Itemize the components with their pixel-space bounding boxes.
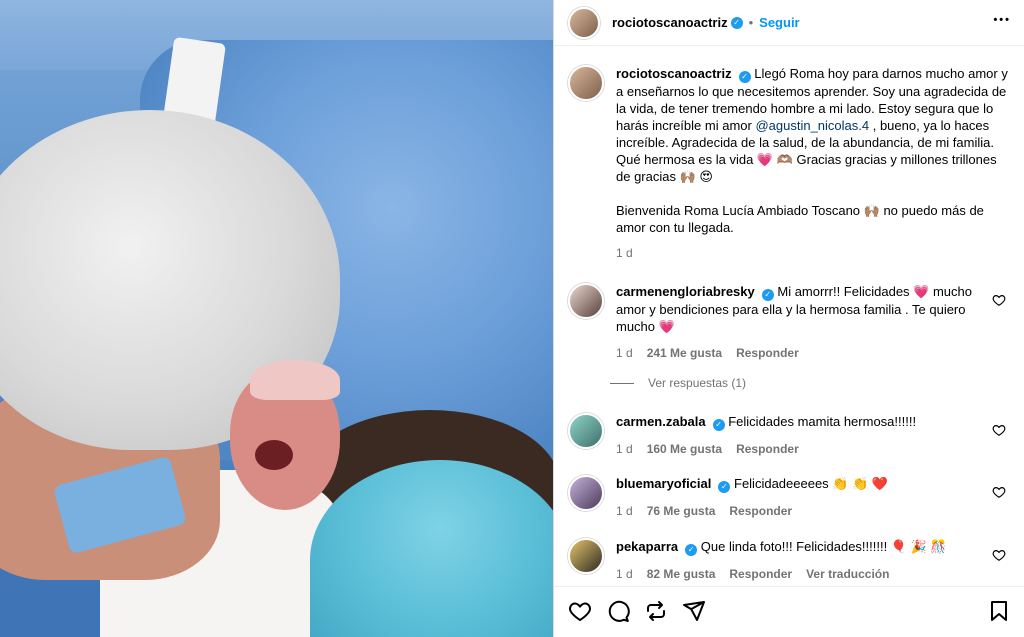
avatar[interactable] xyxy=(568,65,604,101)
repost-icon[interactable] xyxy=(644,599,668,623)
comment-likes[interactable]: 76 Me gusta xyxy=(647,503,716,520)
comment-text: Felicidadeeeees 👏 👏 ❤️ xyxy=(734,476,889,491)
post-header: rociotoscanoactriz ✓ • Seguir ••• xyxy=(554,0,1024,46)
comment-item: pekaparra ✓ Que linda foto!!! Felicidades… xyxy=(568,538,1008,582)
comment-body: bluemaryoficial ✓ Felicidadeeeees 👏 👏 ❤️ … xyxy=(616,475,1008,520)
caption-body: rociotoscanoactriz ✓ Llegó Roma hoy para … xyxy=(616,65,1008,262)
comment-timestamp[interactable]: 1 d xyxy=(616,345,633,362)
bookmark-icon[interactable] xyxy=(987,599,1011,623)
comments-list[interactable]: rociotoscanoactriz ✓ Llegó Roma hoy para … xyxy=(554,47,1024,582)
post-sidebar: rociotoscanoactriz ✓ • Seguir ••• rociot… xyxy=(553,0,1024,637)
reply-button[interactable]: Responder xyxy=(729,503,792,520)
replies-divider xyxy=(610,382,634,384)
caption-mention-link[interactable]: @agustin_nicolas.4 xyxy=(755,118,869,133)
caption-text-2: Bienvenida Roma Lucía Ambiado Toscano 🙌🏽… xyxy=(616,203,984,235)
comment-item: carmen.zabala ✓ Felicidades mamita hermos… xyxy=(568,413,1008,458)
avatar[interactable] xyxy=(568,413,604,449)
comment-meta: 1 d 241 Me gusta Responder xyxy=(616,345,1008,362)
comment-timestamp[interactable]: 1 d xyxy=(616,566,633,582)
comment-meta: 1 d 82 Me gusta Responder Ver traducción xyxy=(616,566,1008,582)
comment-timestamp[interactable]: 1 d xyxy=(616,441,633,458)
heart-icon[interactable] xyxy=(568,599,592,623)
comment-icon[interactable] xyxy=(606,599,630,623)
caption-username[interactable]: rociotoscanoactriz xyxy=(616,66,732,81)
avatar[interactable] xyxy=(568,475,604,511)
reply-button[interactable]: Responder xyxy=(736,345,799,362)
view-replies-button[interactable]: Ver respuestas (1) xyxy=(610,376,746,390)
post-photo[interactable] xyxy=(0,0,553,637)
post-caption: rociotoscanoactriz ✓ Llegó Roma hoy para … xyxy=(568,65,1008,262)
comment-meta: 1 d 76 Me gusta Responder xyxy=(616,503,1008,520)
caption-timestamp[interactable]: 1 d xyxy=(616,245,633,262)
post-author-username[interactable]: rociotoscanoactriz xyxy=(612,15,728,30)
comment-username[interactable]: pekaparra xyxy=(616,539,678,554)
comment-body: carmen.zabala ✓ Felicidades mamita hermos… xyxy=(616,413,1008,458)
reply-button[interactable]: Responder xyxy=(729,566,792,582)
more-icon[interactable]: ••• xyxy=(993,12,1011,28)
comment-text: Que linda foto!!! Felicidades!!!!!!! 🎈 🎉… xyxy=(700,539,947,554)
heart-icon[interactable] xyxy=(992,423,1006,437)
post-action-bar xyxy=(554,586,1024,637)
verified-icon: ✓ xyxy=(730,16,743,29)
comment-username[interactable]: carmen.zabala xyxy=(616,414,706,429)
comment-text: Felicidades mamita hermosa!!!!!! xyxy=(728,414,917,429)
verified-icon: ✓ xyxy=(718,481,731,493)
verified-icon: ✓ xyxy=(738,71,751,83)
heart-icon[interactable] xyxy=(992,548,1006,562)
newborn-hat xyxy=(250,360,340,400)
translate-button[interactable]: Ver traducción xyxy=(806,566,889,582)
verified-icon: ✓ xyxy=(761,289,774,301)
comment-item: carmenengloriabresky ✓ Mi amorrr!! Felici… xyxy=(568,283,1008,362)
follow-button[interactable]: Seguir xyxy=(759,15,799,30)
comment-timestamp[interactable]: 1 d xyxy=(616,503,633,520)
separator-dot: • xyxy=(748,15,754,30)
view-replies-label[interactable]: Ver respuestas (1) xyxy=(648,376,746,390)
comment-username[interactable]: bluemaryoficial xyxy=(616,476,711,491)
comment-body: pekaparra ✓ Que linda foto!!! Felicidades… xyxy=(616,538,1008,582)
heart-icon[interactable] xyxy=(992,485,1006,499)
comment-likes[interactable]: 241 Me gusta xyxy=(647,345,722,362)
avatar[interactable] xyxy=(568,283,604,319)
avatar[interactable] xyxy=(568,6,600,39)
comment-likes[interactable]: 82 Me gusta xyxy=(647,566,716,582)
avatar[interactable] xyxy=(568,538,604,574)
share-icon[interactable] xyxy=(682,599,706,623)
comment-likes[interactable]: 160 Me gusta xyxy=(647,441,722,458)
comment-item: bluemaryoficial ✓ Felicidadeeeees 👏 👏 ❤️ … xyxy=(568,475,1008,520)
comment-meta: 1 d 160 Me gusta Responder xyxy=(616,441,1008,458)
reply-button[interactable]: Responder xyxy=(736,441,799,458)
caption-meta: 1 d xyxy=(616,245,1008,262)
heart-icon[interactable] xyxy=(992,293,1006,307)
verified-icon: ✓ xyxy=(685,544,698,556)
instagram-post-view: rociotoscanoactriz ✓ • Seguir ••• rociot… xyxy=(0,0,1024,637)
comment-body: carmenengloriabresky ✓ Mi amorrr!! Felici… xyxy=(616,283,1008,362)
comment-username[interactable]: carmenengloriabresky xyxy=(616,284,755,299)
verified-icon: ✓ xyxy=(712,419,725,431)
newborn-mouth xyxy=(255,440,293,470)
